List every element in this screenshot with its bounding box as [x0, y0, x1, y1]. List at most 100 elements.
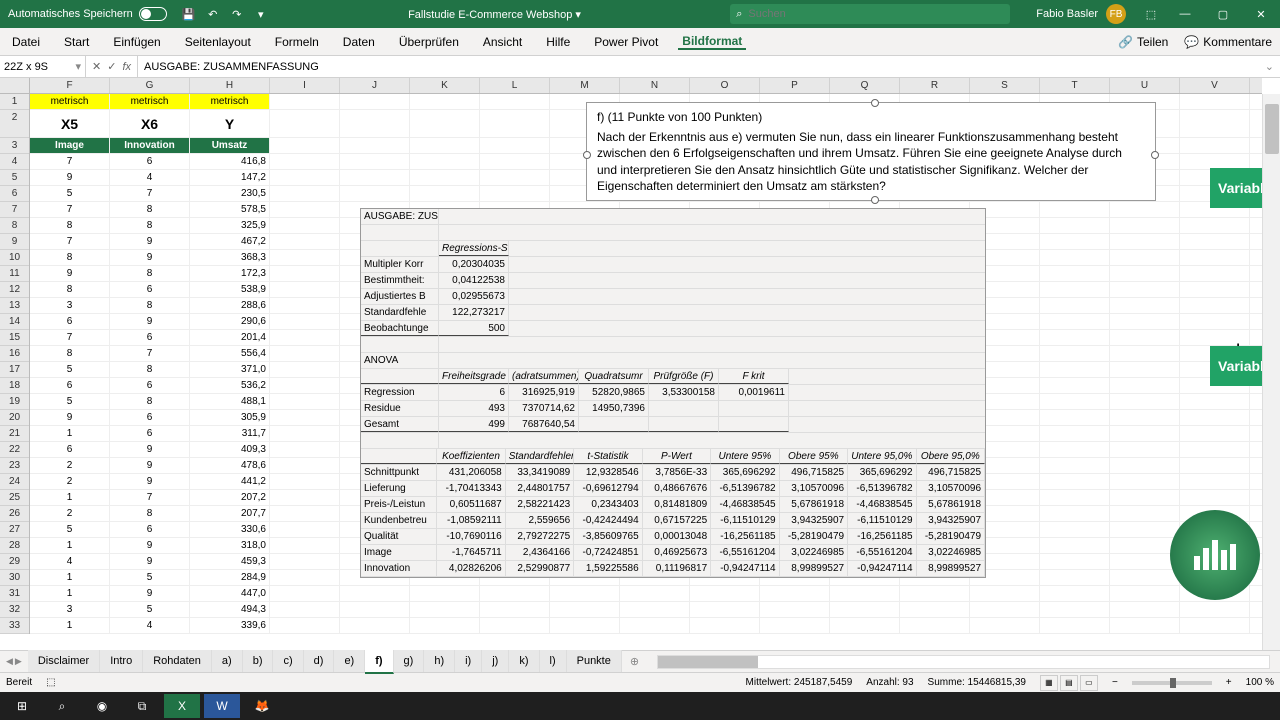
cell[interactable]: 284,9: [190, 570, 270, 585]
output-cell[interactable]: Standardfehler: [506, 449, 574, 464]
sheet-tab[interactable]: j): [482, 650, 509, 672]
output-cell[interactable]: 0,48667676: [643, 481, 711, 496]
cell[interactable]: [1040, 394, 1110, 409]
cell[interactable]: [1040, 490, 1110, 505]
cell[interactable]: 9: [30, 170, 110, 185]
cell[interactable]: [1110, 426, 1180, 441]
output-cell[interactable]: 4,02826206: [437, 561, 505, 576]
col-header[interactable]: G: [110, 78, 190, 93]
cell[interactable]: 3: [30, 602, 110, 617]
row-header[interactable]: 17: [0, 362, 29, 378]
cell[interactable]: 1: [30, 538, 110, 553]
output-cell[interactable]: 0,60511687: [437, 497, 505, 512]
tab-datei[interactable]: Datei: [8, 35, 44, 49]
horizontal-scrollbar[interactable]: ◀: [657, 655, 1270, 669]
row-header[interactable]: 18: [0, 378, 29, 394]
cell[interactable]: [1040, 442, 1110, 457]
output-cell[interactable]: 2,559656: [506, 513, 574, 528]
output-cell[interactable]: 33,3419089: [506, 465, 574, 480]
output-cell[interactable]: 5,67861918: [917, 497, 985, 512]
cell[interactable]: 7: [110, 186, 190, 201]
tab-hilfe[interactable]: Hilfe: [542, 35, 574, 49]
cell[interactable]: [1180, 490, 1250, 505]
chevron-down-icon[interactable]: ▾: [75, 60, 81, 73]
sheet-nav[interactable]: ◀▶: [0, 656, 28, 667]
save-icon[interactable]: 💾: [181, 6, 197, 22]
cell[interactable]: 290,6: [190, 314, 270, 329]
row-header[interactable]: 2: [0, 110, 29, 138]
cell[interactable]: 6: [30, 314, 110, 329]
cell[interactable]: [480, 170, 550, 185]
cell[interactable]: 8: [110, 298, 190, 313]
output-cell[interactable]: 12,9328546: [574, 465, 642, 480]
cell[interactable]: 6: [30, 442, 110, 457]
output-cell[interactable]: -0,69612794: [574, 481, 642, 496]
cell[interactable]: 8: [110, 506, 190, 521]
cell[interactable]: [1110, 362, 1180, 377]
output-cell[interactable]: ANOVA: [361, 353, 439, 368]
output-cell[interactable]: -4,46838545: [848, 497, 916, 512]
cell[interactable]: [1180, 602, 1250, 617]
cell[interactable]: 6: [110, 330, 190, 345]
cell[interactable]: [480, 186, 550, 201]
cell[interactable]: 538,9: [190, 282, 270, 297]
row-header[interactable]: 1: [0, 94, 29, 110]
output-cell[interactable]: Innovation: [361, 561, 437, 576]
cell[interactable]: [550, 586, 620, 601]
cell[interactable]: [1110, 394, 1180, 409]
cell[interactable]: 409,3: [190, 442, 270, 457]
output-cell[interactable]: Obere 95%: [780, 449, 848, 464]
cell[interactable]: [270, 314, 340, 329]
output-cell[interactable]: 52820,9865: [579, 385, 649, 400]
add-sheet-button[interactable]: ⊕: [622, 655, 647, 668]
cell[interactable]: 9: [110, 442, 190, 457]
zoom-slider[interactable]: [1132, 681, 1212, 685]
cell[interactable]: metrisch: [30, 94, 110, 109]
output-cell[interactable]: 0,67157225: [643, 513, 711, 528]
output-cell[interactable]: 0,81481809: [643, 497, 711, 512]
output-cell[interactable]: Standardfehle: [361, 305, 439, 320]
output-cell[interactable]: -6,55161204: [848, 545, 916, 560]
cell[interactable]: [480, 586, 550, 601]
row-header[interactable]: 29: [0, 554, 29, 570]
cell[interactable]: [270, 282, 340, 297]
output-cell[interactable]: -0,72424851: [574, 545, 642, 560]
row-header[interactable]: 26: [0, 506, 29, 522]
output-cell[interactable]: F krit: [719, 369, 789, 384]
task-view-icon[interactable]: ⧉: [124, 694, 160, 718]
cell[interactable]: 9: [110, 554, 190, 569]
cell[interactable]: X6: [110, 110, 190, 137]
cell[interactable]: 4: [110, 170, 190, 185]
output-cell[interactable]: -4,46838545: [711, 497, 779, 512]
output-cell[interactable]: 365,696292: [848, 465, 916, 480]
cell[interactable]: [1110, 602, 1180, 617]
output-cell[interactable]: [361, 337, 439, 352]
row-header[interactable]: 30: [0, 570, 29, 586]
cell[interactable]: [1040, 330, 1110, 345]
cell[interactable]: 5: [110, 570, 190, 585]
cell[interactable]: 447,0: [190, 586, 270, 601]
normal-view-button[interactable]: ▦: [1040, 675, 1058, 691]
col-header[interactable]: H: [190, 78, 270, 93]
cell[interactable]: [270, 330, 340, 345]
cell[interactable]: 2: [30, 474, 110, 489]
cell[interactable]: [900, 602, 970, 617]
output-cell[interactable]: Untere 95,0%: [848, 449, 916, 464]
row-header[interactable]: 5: [0, 170, 29, 186]
zoom-level[interactable]: 100 %: [1246, 677, 1274, 688]
cell[interactable]: [270, 110, 340, 137]
cell[interactable]: 9: [110, 586, 190, 601]
col-header[interactable]: Q: [830, 78, 900, 93]
word-taskbar-icon[interactable]: W: [204, 694, 240, 718]
cell[interactable]: [270, 378, 340, 393]
page-break-button[interactable]: ▭: [1080, 675, 1098, 691]
cell[interactable]: 6: [110, 410, 190, 425]
cell[interactable]: 536,2: [190, 378, 270, 393]
row-header[interactable]: 19: [0, 394, 29, 410]
output-cell[interactable]: Preis-/Leistun: [361, 497, 437, 512]
cell[interactable]: [270, 346, 340, 361]
undo-icon[interactable]: ↶: [205, 6, 221, 22]
output-cell[interactable]: Quadratsumr: [579, 369, 649, 384]
cell[interactable]: 2: [30, 458, 110, 473]
cell[interactable]: [410, 138, 480, 153]
